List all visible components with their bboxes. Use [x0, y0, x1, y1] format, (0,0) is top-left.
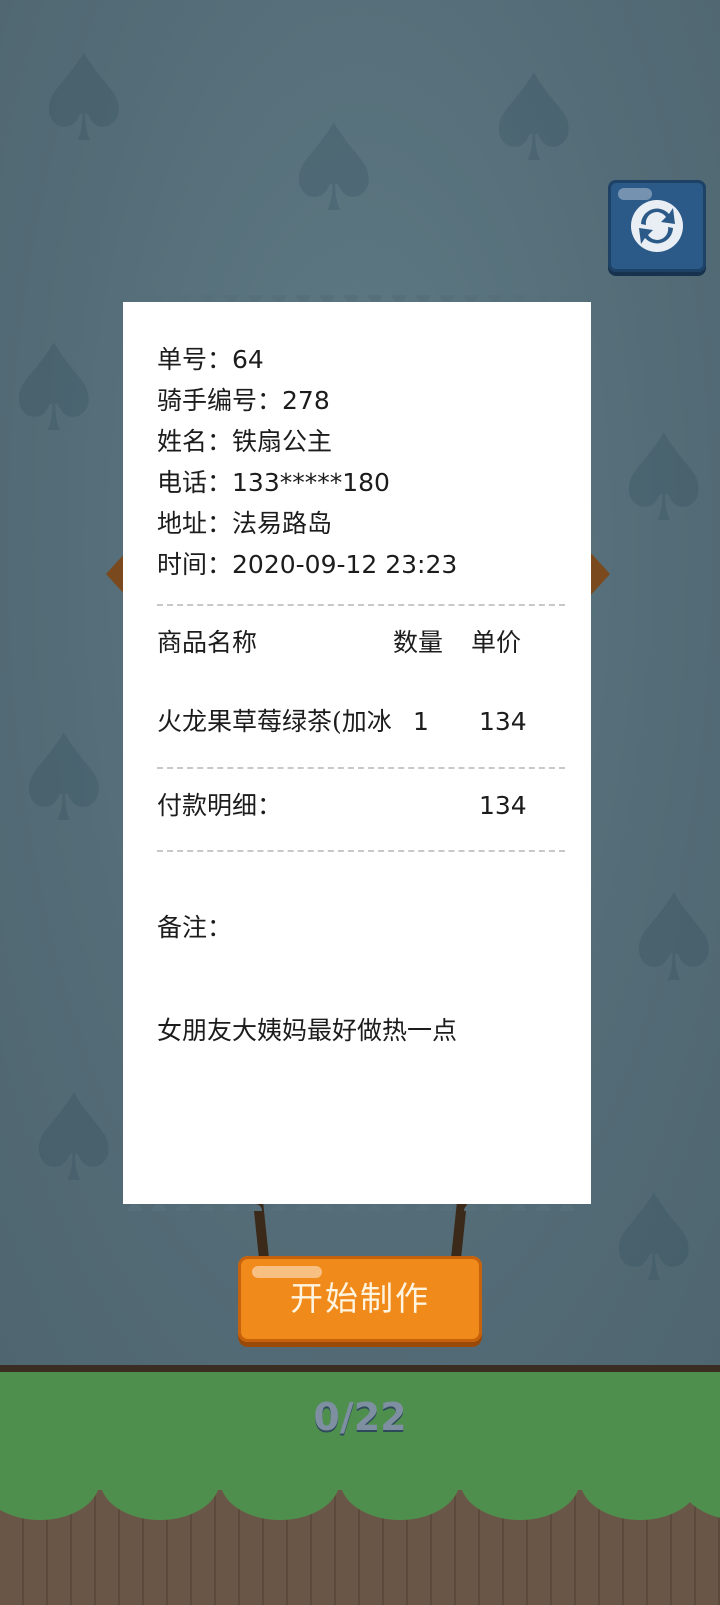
refresh-icon: [631, 200, 683, 252]
customer-name: 姓名：铁扇公主: [157, 424, 332, 460]
bush-edge: [0, 1470, 720, 1520]
order-progress: 0/22: [313, 1395, 407, 1439]
divider: [157, 604, 565, 606]
column-quantity: 数量: [393, 628, 444, 657]
order-time: 时间：2020-09-12 23:23: [157, 547, 457, 583]
background-pattern: ♠: [20, 1070, 128, 1209]
background-pattern: ♠: [30, 30, 138, 169]
receipt-top-edge: [128, 295, 574, 302]
divider: [157, 767, 565, 769]
item-name: 火龙果草莓绿茶(加冰: [157, 707, 392, 736]
column-unit-price: 单价: [471, 628, 522, 657]
order-time-value: 2020-09-12 23:23: [232, 550, 458, 579]
receipt-bottom-edge: [128, 1204, 574, 1211]
rider-number-label: 骑手编号：: [157, 386, 283, 415]
background-pattern: ♠: [600, 1170, 708, 1309]
background-pattern: ♠: [280, 100, 388, 239]
background-pattern: ♠: [610, 410, 718, 549]
background-pattern: ♠: [480, 50, 588, 189]
customer-phone: 电话：133*****180: [157, 465, 390, 501]
refresh-button[interactable]: [608, 180, 706, 272]
rider-number-value: 278: [282, 386, 330, 415]
customer-address-label: 地址：: [157, 509, 233, 538]
order-number-value: 64: [232, 345, 264, 374]
customer-phone-value: 133*****180: [232, 468, 390, 497]
note-label: 备注：: [157, 913, 233, 942]
customer-phone-label: 电话：: [157, 468, 233, 497]
item-price: 134: [479, 707, 527, 736]
button-highlight: [252, 1266, 322, 1278]
customer-address-value: 法易路岛: [232, 509, 333, 538]
order-number-label: 单号：: [157, 345, 233, 374]
background-pattern: ♠: [0, 320, 108, 459]
customer-name-value: 铁扇公主: [232, 427, 333, 456]
rider-number: 骑手编号：278: [157, 383, 330, 419]
start-making-button[interactable]: 开始制作: [238, 1256, 482, 1342]
right-arrow-decoration: [590, 552, 610, 596]
order-receipt: 单号：64 骑手编号：278 姓名：铁扇公主 电话：133*****180 地址…: [123, 295, 591, 1211]
note-text: 女朋友大姨妈最好做热一点: [157, 1016, 458, 1045]
order-time-label: 时间：: [157, 550, 233, 579]
customer-address: 地址：法易路岛: [157, 506, 332, 542]
divider: [157, 850, 565, 852]
payment-total: 134: [479, 791, 527, 820]
payment-label: 付款明细：: [157, 791, 283, 820]
order-number: 单号：64: [157, 342, 264, 378]
customer-name-label: 姓名：: [157, 427, 233, 456]
column-item-name: 商品名称: [157, 628, 258, 657]
background-pattern: ♠: [620, 870, 720, 1009]
background-pattern: ♠: [10, 710, 118, 849]
start-making-label: 开始制作: [290, 1279, 430, 1318]
item-quantity: 1: [413, 707, 429, 736]
ground-edge: [0, 1365, 720, 1372]
